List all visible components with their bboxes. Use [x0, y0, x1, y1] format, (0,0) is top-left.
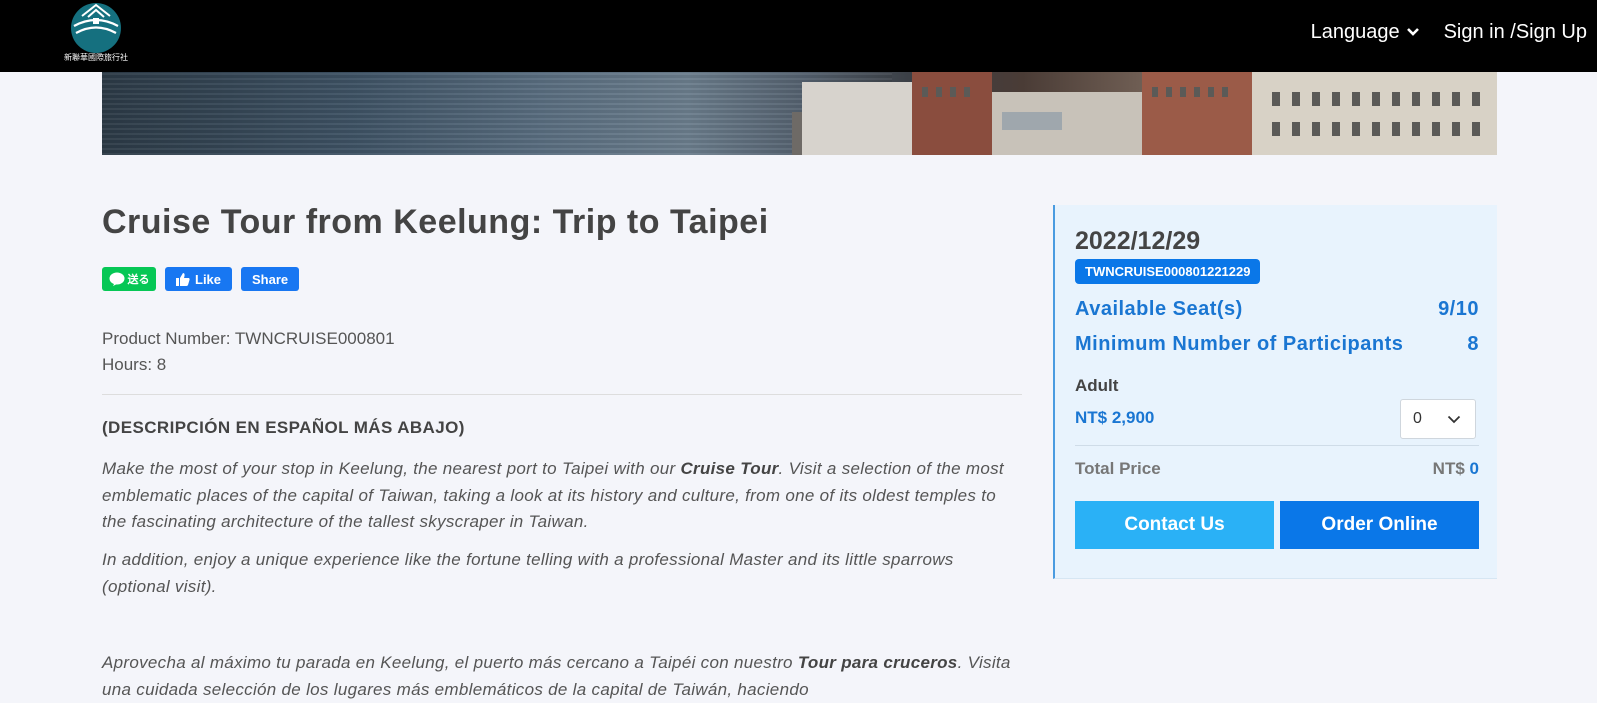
total-price-value: NT$ 0 — [1433, 459, 1479, 479]
line-icon — [109, 272, 124, 286]
min-participants-value: 8 — [1467, 333, 1479, 355]
facebook-share-button[interactable]: Share — [241, 267, 300, 291]
tour-date: 2022/12/29 — [1075, 227, 1201, 255]
description-paragraph-1: Make the most of your stop in Keelung, t… — [102, 456, 1022, 536]
adult-quantity-select[interactable]: 0 — [1400, 399, 1476, 439]
chevron-down-icon — [1447, 415, 1461, 423]
line-share-label: 送る — [127, 274, 150, 286]
thumbs-up-icon — [176, 273, 190, 286]
page-title: Cruise Tour from Keelung: Trip to Taipei — [102, 203, 769, 241]
product-hours: Hours: 8 — [102, 355, 167, 374]
p3-bold: Tour para cruceros — [797, 653, 958, 672]
description-heading: (DESCRIPCIÓN EN ESPAÑOL MÁS ABAJO) — [102, 418, 465, 437]
order-online-button[interactable]: Order Online — [1280, 501, 1479, 549]
description-paragraph-3: Aprovecha al máximo tu parada en Keelung… — [102, 650, 1022, 703]
available-seats-label: Available Seat(s) — [1075, 298, 1243, 320]
booking-card: 2022/12/29 TWNCRUISE000801221229 Availab… — [1053, 205, 1497, 579]
min-participants-row: Minimum Number of Participants 8 — [1075, 333, 1479, 356]
line-share-button[interactable]: 送る — [102, 267, 156, 291]
contact-us-button[interactable]: Contact Us — [1075, 501, 1274, 549]
adult-price: NT$ 2,900 — [1075, 408, 1155, 427]
signin-link[interactable]: Sign in /Sign Up — [1444, 21, 1587, 44]
like-label: Like — [195, 271, 222, 287]
total-price-row: Total Price NT$ 0 — [1075, 459, 1479, 479]
language-dropdown[interactable]: Language — [1311, 21, 1420, 44]
total-amount: 0 — [1469, 459, 1479, 478]
hero-banner-image — [102, 72, 1497, 155]
p1-text: Make the most of your stop in Keelung, t… — [102, 459, 681, 478]
share-label: Share — [252, 271, 289, 287]
nav-right: Language Sign in /Sign Up — [1311, 18, 1587, 46]
logo-icon — [71, 3, 121, 53]
brand-logo[interactable]: 新聯華國際旅行社 — [62, 0, 130, 68]
available-seats-value: 9/10 — [1438, 298, 1479, 320]
total-price-label: Total Price — [1075, 459, 1161, 478]
description-paragraph-2: In addition, enjoy a unique experience l… — [102, 550, 954, 596]
signin-label: Sign in /Sign Up — [1443, 20, 1587, 43]
facebook-like-button[interactable]: Like — [165, 267, 233, 291]
min-participants-label: Minimum Number of Participants — [1075, 333, 1404, 355]
quantity-value: 0 — [1413, 410, 1422, 427]
adult-label: Adult — [1075, 376, 1119, 395]
top-navbar: 新聯華國際旅行社 Language Sign in /Sign Up — [0, 0, 1597, 72]
p3-text: Aprovecha al máximo tu parada en Keelung… — [102, 653, 798, 672]
available-seats-row: Available Seat(s) 9/10 — [1075, 298, 1479, 321]
logo-text: 新聯華國際旅行社 — [64, 53, 128, 62]
content-divider — [102, 394, 1022, 395]
p1-bold: Cruise Tour — [680, 459, 779, 478]
total-currency: NT$ — [1432, 459, 1465, 478]
card-divider — [1075, 445, 1479, 446]
product-number: Product Number: TWNCRUISE000801 — [102, 329, 395, 348]
tour-code-badge: TWNCRUISE000801221229 — [1075, 259, 1261, 284]
product-meta: Product Number: TWNCRUISE000801 Hours: 8 — [102, 326, 395, 378]
language-label: Language — [1310, 20, 1400, 43]
chevron-down-icon — [1406, 28, 1419, 36]
share-buttons: 送る Like Share — [102, 267, 300, 291]
banner-buildings-illustration — [792, 72, 1497, 155]
